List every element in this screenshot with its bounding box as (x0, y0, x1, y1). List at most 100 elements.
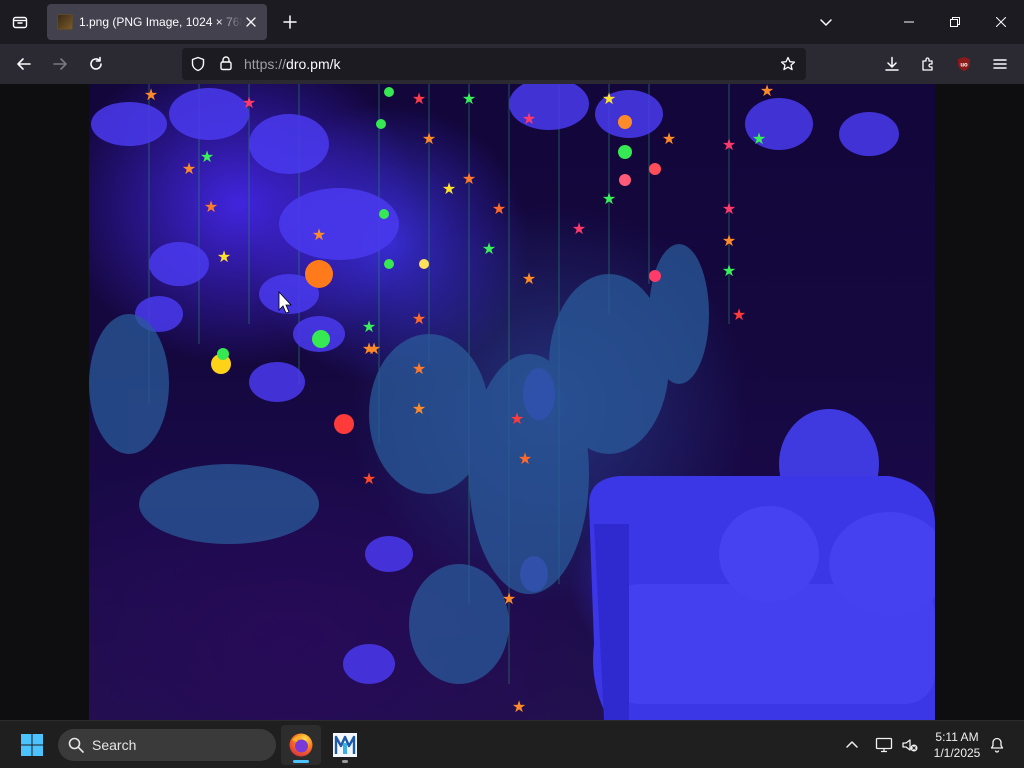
svg-text:★: ★ (602, 89, 616, 108)
tracking-protection-button[interactable] (190, 56, 206, 77)
url-path: /k (329, 56, 341, 72)
arrow-left-icon (17, 58, 31, 70)
tab-list-icon (12, 16, 28, 29)
forward-button[interactable] (44, 48, 76, 80)
bell-icon (990, 737, 1004, 753)
svg-text:★: ★ (518, 449, 532, 468)
svg-text:★: ★ (200, 147, 214, 166)
lock-icon (220, 56, 232, 71)
clock-time: 5:11 AM (935, 730, 979, 744)
svg-text:★: ★ (512, 697, 526, 716)
svg-text:★: ★ (722, 199, 736, 218)
plus-icon (283, 15, 297, 29)
volume-button[interactable] (898, 733, 922, 757)
active-app-indicator (293, 760, 309, 763)
bookmark-button[interactable] (780, 56, 796, 77)
download-icon (885, 56, 899, 71)
clock-date: 1/1/2025 (933, 746, 981, 760)
taskbar-search[interactable]: Search (58, 729, 276, 761)
svg-text:★: ★ (412, 399, 426, 418)
svg-text:★: ★ (572, 219, 586, 238)
svg-text:★: ★ (760, 84, 774, 100)
clock[interactable]: 5:11 AM 1/1/2025 (924, 729, 990, 761)
navigation-toolbar: https://dro.pm/k uo (0, 44, 1024, 84)
svg-text:★: ★ (732, 305, 746, 324)
restore-button[interactable] (932, 0, 978, 44)
puzzle-icon (922, 57, 933, 71)
displayed-image[interactable]: ★ ★ ★ ★ ★ ★ ★ ★ ★ ★ ★ ★ ★ ★ ★ ★ ★ ★ ★ ★ (89, 84, 935, 720)
show-hidden-icons-button[interactable] (840, 733, 864, 757)
notifications-button[interactable] (985, 733, 1009, 757)
svg-text:★: ★ (242, 93, 256, 112)
minimize-icon (904, 21, 914, 23)
reload-icon (90, 56, 102, 70)
svg-text:★: ★ (442, 179, 456, 198)
url-text: https://dro.pm/k (244, 56, 341, 72)
svg-text:★: ★ (362, 317, 376, 336)
image-favicon-icon (57, 14, 73, 30)
svg-text:★: ★ (204, 197, 218, 216)
network-button[interactable] (872, 733, 896, 757)
downloads-button[interactable] (876, 48, 908, 80)
svg-text:★: ★ (752, 129, 766, 148)
taskbar: Search 5:11 AM 1/1/2025 (0, 720, 1024, 768)
svg-text:★: ★ (662, 129, 676, 148)
svg-text:★: ★ (422, 129, 436, 148)
chevron-down-icon (820, 19, 832, 26)
svg-text:★: ★ (722, 261, 736, 280)
taskbar-app[interactable] (325, 725, 365, 765)
svg-text:★: ★ (144, 85, 158, 104)
tab-active[interactable]: 1.png (PNG Image, 1024 × 768 pixels) (47, 4, 267, 40)
svg-text:★: ★ (412, 89, 426, 108)
app-menu-button[interactable] (984, 48, 1016, 80)
svg-text:★: ★ (482, 239, 496, 258)
chevron-up-icon (846, 741, 858, 748)
svg-text:★: ★ (492, 199, 506, 218)
taskbar-firefox[interactable] (281, 725, 321, 765)
svg-text:uo: uo (960, 63, 968, 69)
reload-button[interactable] (80, 48, 112, 80)
running-app-indicator (342, 760, 348, 763)
search-icon (68, 737, 84, 753)
ublock-button[interactable]: uo (948, 48, 980, 80)
extensions-button[interactable] (912, 48, 944, 80)
back-button[interactable] (8, 48, 40, 80)
neon-decor-illustration: ★ ★ ★ ★ ★ ★ ★ ★ ★ ★ ★ ★ ★ ★ ★ ★ ★ ★ ★ ★ (89, 84, 935, 720)
svg-text:★: ★ (312, 225, 326, 244)
shield-icon (191, 56, 205, 72)
start-button[interactable] (14, 729, 50, 761)
svg-text:★: ★ (522, 269, 536, 288)
close-icon (246, 17, 256, 27)
close-window-button[interactable] (978, 0, 1024, 44)
search-label: Search (92, 737, 137, 753)
new-tab-button[interactable] (276, 8, 304, 36)
svg-text:★: ★ (462, 169, 476, 188)
url-scheme: https:// (244, 56, 287, 72)
svg-text:★: ★ (362, 339, 376, 358)
url-bar[interactable]: https://dro.pm/k (182, 48, 806, 80)
tab-strip: 1.png (PNG Image, 1024 × 768 pixels) (0, 0, 1024, 44)
minimize-button[interactable] (886, 0, 932, 44)
list-all-tabs-button[interactable] (812, 8, 840, 36)
svg-text:★: ★ (602, 189, 616, 208)
svg-text:★: ★ (217, 247, 231, 266)
svg-text:★: ★ (412, 309, 426, 328)
star-icon (780, 56, 796, 71)
tab-title: 1.png (PNG Image, 1024 × 768 pixels) (79, 15, 242, 29)
restore-icon (950, 17, 960, 27)
firefox-icon (289, 733, 313, 757)
tab-list-button[interactable] (6, 8, 34, 36)
site-info-button[interactable] (218, 55, 234, 76)
network-icon (875, 737, 893, 753)
url-host: dro.pm (286, 56, 330, 72)
svg-text:★: ★ (722, 231, 736, 250)
ublock-icon: uo (958, 57, 970, 71)
svg-text:★: ★ (412, 359, 426, 378)
svg-text:★: ★ (522, 109, 536, 128)
page-content: ★ ★ ★ ★ ★ ★ ★ ★ ★ ★ ★ ★ ★ ★ ★ ★ ★ ★ ★ ★ (0, 84, 1024, 720)
windows-logo-icon (21, 734, 43, 756)
volume-muted-icon (902, 739, 918, 752)
svg-text:★: ★ (510, 409, 524, 428)
svg-text:★: ★ (502, 589, 516, 608)
tab-close-button[interactable] (241, 12, 261, 32)
